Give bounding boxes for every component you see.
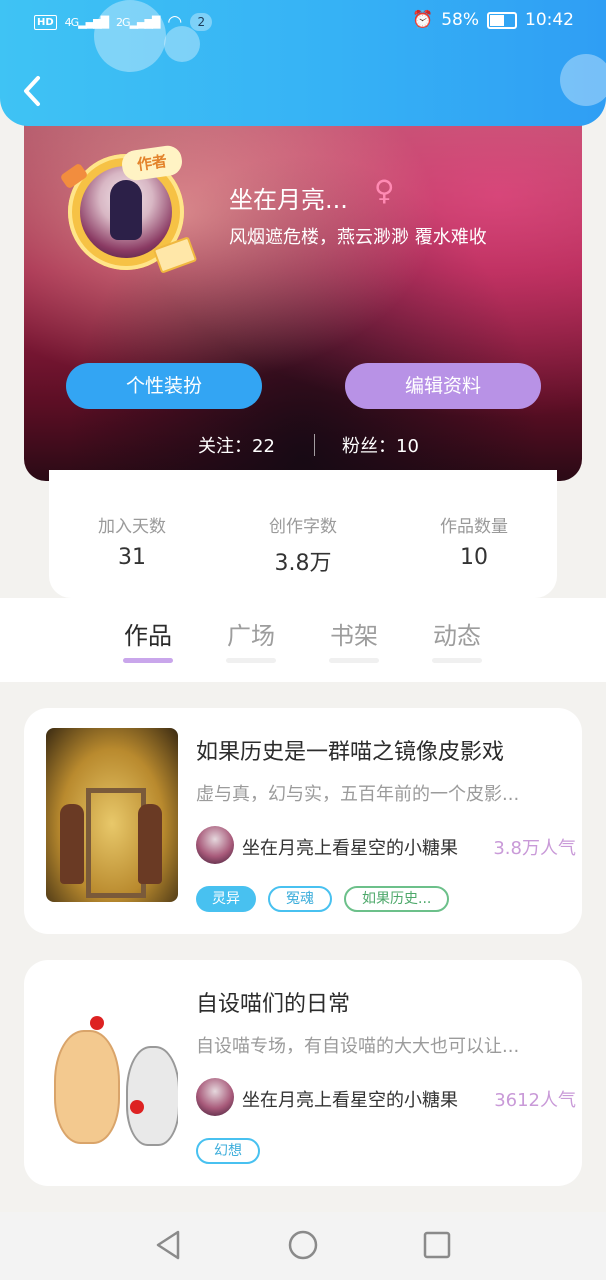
dress-up-button[interactable]: 个性装扮 bbox=[66, 363, 262, 409]
stat-value: 3.8万 bbox=[274, 551, 332, 576]
stat-value: 31 bbox=[118, 545, 146, 570]
cover-cat bbox=[54, 1030, 120, 1144]
work-cover-image[interactable] bbox=[46, 980, 178, 1154]
cover-cat bbox=[126, 1046, 178, 1146]
author-avatar[interactable] bbox=[196, 826, 234, 864]
avatar[interactable]: 作者 bbox=[59, 143, 198, 274]
stat-word-count: 创作字数 3.8万 bbox=[228, 512, 378, 577]
following-count[interactable]: 关注：22 bbox=[198, 432, 275, 458]
follow-stats: 关注：22 粉丝：10 bbox=[24, 430, 582, 460]
battery-icon bbox=[487, 11, 517, 29]
avatar-figure bbox=[110, 180, 142, 240]
cover-figure bbox=[138, 804, 162, 884]
tab-bookshelf[interactable]: 书架 bbox=[319, 616, 389, 663]
tag[interactable]: 冤魂 bbox=[268, 886, 332, 912]
work-description: 虚与真，幻与实，五百年前的一个皮影... bbox=[196, 784, 520, 805]
fans-count[interactable]: 粉丝：10 bbox=[342, 432, 419, 458]
nav-recent-apps-icon[interactable] bbox=[421, 1229, 453, 1261]
work-author-row: 坐在月亮上看星空的小糖果 3.8万人气 bbox=[196, 826, 582, 866]
stat-label: 加入天数 bbox=[98, 517, 166, 537]
work-card[interactable]: 自设喵们的日常 自设喵专场，有自设喵的大大也可以让... 坐在月亮上看星空的小糖… bbox=[24, 960, 582, 1186]
username: 坐在月亮... bbox=[229, 186, 348, 214]
system-nav-bar bbox=[0, 1212, 606, 1280]
cherry-icon bbox=[90, 1016, 104, 1030]
work-title[interactable]: 自设喵们的日常 bbox=[196, 986, 350, 1018]
signal-4g-icon: 4G▂▄▆█ bbox=[64, 15, 109, 29]
top-header: HD 4G▂▄▆█ 2G▂▄▆█ ◠ 2 ⏰ 58% 10:42 bbox=[0, 0, 606, 126]
tag[interactable]: 灵异 bbox=[196, 886, 256, 912]
clock-time: 10:42 bbox=[525, 10, 574, 30]
divider bbox=[314, 434, 315, 456]
stat-works-count: 作品数量 10 bbox=[399, 512, 549, 570]
popularity-count: 3612人气 bbox=[494, 1090, 576, 1111]
hd-indicator: HD bbox=[34, 14, 57, 30]
work-tags: 灵异 冤魂 如果历史... bbox=[196, 886, 450, 914]
stat-label: 作品数量 bbox=[440, 517, 508, 537]
cover-figure bbox=[60, 804, 84, 884]
work-title[interactable]: 如果历史是一群喵之镜像皮影戏 bbox=[196, 734, 504, 766]
wifi-icon: ◠ bbox=[167, 12, 183, 32]
cherry-icon bbox=[130, 1100, 144, 1114]
tab-indicator bbox=[432, 658, 482, 663]
back-arrow-icon[interactable] bbox=[20, 74, 50, 110]
profile-hero: 作者 坐在月亮... ♀ 风烟遮危楼，燕云渺渺 覆水难收 个性装扮 编辑资料 关… bbox=[24, 100, 582, 481]
tab-indicator bbox=[123, 658, 173, 663]
tab-indicator bbox=[329, 658, 379, 663]
work-cover-image[interactable] bbox=[46, 728, 178, 902]
tag[interactable]: 如果历史... bbox=[344, 886, 450, 912]
avatar-image bbox=[80, 166, 172, 258]
tab-works[interactable]: 作品 bbox=[113, 616, 183, 663]
author-name[interactable]: 坐在月亮上看星空的小糖果 bbox=[242, 834, 458, 860]
user-motto: 风烟遮危楼，燕云渺渺 覆水难收 bbox=[229, 227, 487, 248]
signal-2g-icon: 2G▂▄▆█ bbox=[116, 15, 160, 29]
work-tags: 幻想 bbox=[196, 1138, 260, 1166]
nav-home-icon[interactable] bbox=[287, 1229, 319, 1261]
battery-percent: 58% bbox=[441, 10, 479, 30]
nav-back-icon[interactable] bbox=[152, 1229, 184, 1261]
tab-indicator bbox=[226, 658, 276, 663]
female-icon: ♀ bbox=[374, 174, 395, 207]
tab-square[interactable]: 广场 bbox=[216, 616, 286, 663]
stat-join-days: 加入天数 31 bbox=[57, 512, 207, 570]
author-avatar[interactable] bbox=[196, 1078, 234, 1116]
cover-frame bbox=[86, 788, 146, 898]
work-card[interactable]: 如果历史是一群喵之镜像皮影戏 虚与真，幻与实，五百年前的一个皮影... 坐在月亮… bbox=[24, 708, 582, 934]
pencil-icon bbox=[59, 162, 89, 190]
status-bar: HD 4G▂▄▆█ 2G▂▄▆█ ◠ 2 ⏰ 58% 10:42 bbox=[0, 10, 606, 36]
alarm-icon: ⏰ bbox=[412, 10, 434, 30]
tab-activity[interactable]: 动态 bbox=[422, 616, 492, 663]
stats-panel: 加入天数 31 创作字数 3.8万 作品数量 10 bbox=[49, 470, 557, 598]
stat-label: 创作字数 bbox=[269, 517, 337, 537]
stat-value: 10 bbox=[460, 545, 488, 570]
author-tag: 作者 bbox=[120, 143, 184, 183]
work-description: 自设喵专场，有自设喵的大大也可以让... bbox=[196, 1036, 520, 1057]
tab-bar: 作品 广场 书架 动态 bbox=[0, 598, 606, 682]
work-author-row: 坐在月亮上看星空的小糖果 3612人气 bbox=[196, 1078, 582, 1118]
popularity-count: 3.8万人气 bbox=[493, 838, 576, 859]
edit-profile-button[interactable]: 编辑资料 bbox=[345, 363, 541, 409]
decor-bubble bbox=[560, 54, 606, 106]
author-name[interactable]: 坐在月亮上看星空的小糖果 bbox=[242, 1086, 458, 1112]
notification-count-badge: 2 bbox=[190, 13, 213, 31]
tag[interactable]: 幻想 bbox=[196, 1138, 260, 1164]
